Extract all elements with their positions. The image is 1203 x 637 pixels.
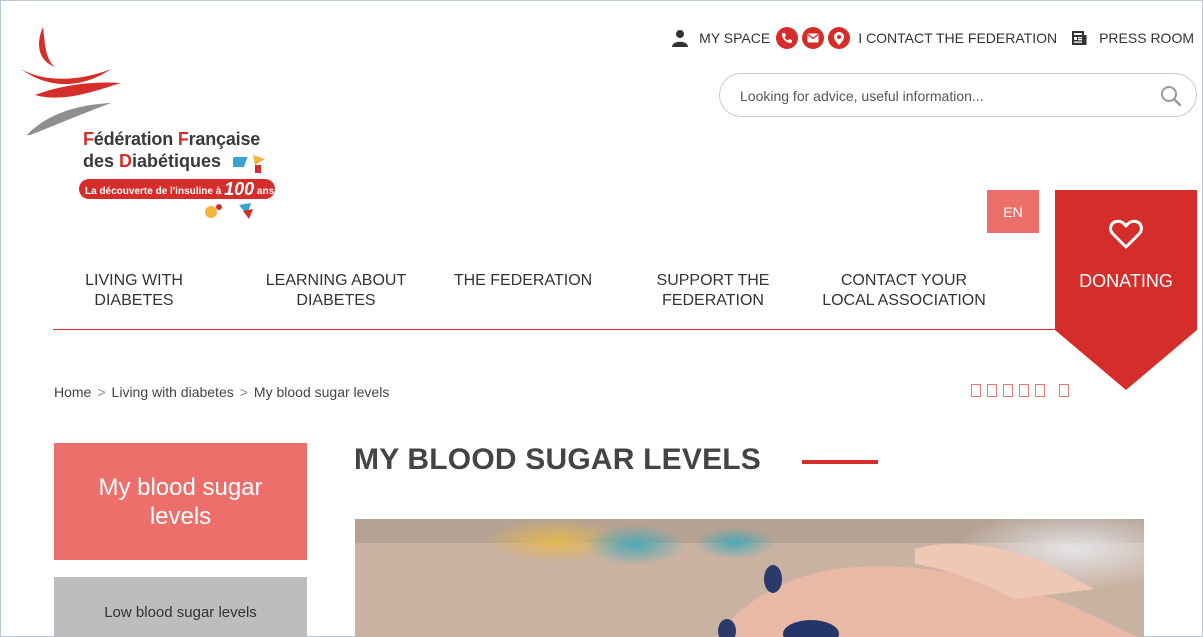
share-icon[interactable] (1059, 384, 1069, 397)
nav-living-with-diabetes[interactable]: LIVING WITH DIABETES (69, 271, 199, 311)
logo-name-line1: Fédération Française (83, 129, 261, 149)
page-title: MY BLOOD SUGAR LEVELS (354, 443, 762, 476)
title-underline (802, 460, 878, 464)
nav-label-line2: LOCAL ASSOCIATION (822, 292, 986, 309)
bird-logo-icon (21, 27, 121, 135)
share-icon[interactable] (1035, 384, 1045, 397)
search-input[interactable] (740, 84, 1140, 108)
press-room-link[interactable]: PRESS ROOM (1071, 30, 1194, 46)
nav-label-line1: CONTACT YOUR (840, 272, 968, 289)
nav-label-line1: LEARNING ABOUT (265, 272, 407, 289)
nav-label-line1: THE FEDERATION (453, 272, 593, 289)
confetti-icon (233, 155, 265, 173)
heart-icon (1109, 219, 1143, 249)
language-button[interactable]: EN (987, 190, 1039, 233)
contact-federation-link[interactable]: I CONTACT THE FEDERATION (776, 27, 1057, 49)
nav-label-line2: DIABETES (296, 292, 376, 309)
mail-icon[interactable] (802, 27, 825, 49)
press-room-label: PRESS ROOM (1099, 30, 1194, 46)
logo-tagline: La découverte de l'insuline à 100 ans ! (79, 179, 280, 199)
share-icon[interactable] (1019, 384, 1029, 397)
my-space-label: MY SPACE (699, 30, 771, 46)
newspaper-icon (1072, 31, 1087, 45)
nav-the-federation[interactable]: THE FEDERATION (453, 271, 593, 291)
site-logo[interactable]: Fédération Française des Diabétiques La … (15, 25, 285, 225)
nav-label-line1: SUPPORT THE (656, 272, 770, 289)
nav-label-line1: LIVING WITH (85, 272, 183, 289)
sidebar-item-low-blood-sugar-levels[interactable]: Low blood sugar levels (54, 577, 307, 637)
hero-photo (355, 519, 1144, 637)
share-icon[interactable] (971, 384, 981, 397)
share-icon[interactable] (1003, 384, 1013, 397)
donate-button[interactable]: DONATING (1055, 190, 1197, 390)
hero-image (355, 519, 1144, 637)
breadcrumb-separator: > (97, 384, 106, 400)
breadcrumb-separator: > (239, 384, 248, 400)
contact-federation-label: I CONTACT THE FEDERATION (858, 30, 1058, 46)
nav-label-line2: DIABETES (94, 292, 174, 309)
nav-label-line2: FEDERATION (662, 292, 764, 309)
breadcrumb: Home > Living with diabetes > My blood sugar… (54, 384, 389, 400)
nav-learning-about-diabetes[interactable]: LEARNING ABOUT DIABETES (253, 271, 419, 311)
search-box (719, 73, 1197, 117)
logo-name-line2: des Diabétiques (83, 151, 222, 171)
nav-support-the-federation[interactable]: SUPPORT THE FEDERATION (643, 271, 783, 311)
breadcrumb-home[interactable]: Home (54, 384, 91, 400)
my-space-link[interactable]: MY SPACE (671, 29, 770, 47)
search-icon[interactable] (1160, 85, 1182, 107)
map-pin-icon[interactable] (828, 27, 851, 49)
confetti-icon (205, 203, 253, 219)
main-nav: LIVING WITH DIABETES LEARNING ABOUT DIAB… (53, 271, 1056, 330)
sidebar-item-my-blood-sugar-levels[interactable]: My blood sugar levels (54, 443, 307, 560)
share-icon[interactable] (987, 384, 997, 397)
user-icon (672, 30, 689, 47)
nav-contact-local-association[interactable]: CONTACT YOUR LOCAL ASSOCIATION (809, 271, 999, 311)
breadcrumb-living-with-diabetes[interactable]: Living with diabetes (112, 384, 234, 400)
breadcrumb-current: My blood sugar levels (253, 384, 390, 400)
donate-label: DONATING (1079, 271, 1173, 291)
utility-bar: MY SPACE I CONTACT THE FEDERATION PRESS … (671, 25, 1194, 51)
phone-icon[interactable] (776, 27, 799, 49)
share-icons (971, 384, 1069, 397)
